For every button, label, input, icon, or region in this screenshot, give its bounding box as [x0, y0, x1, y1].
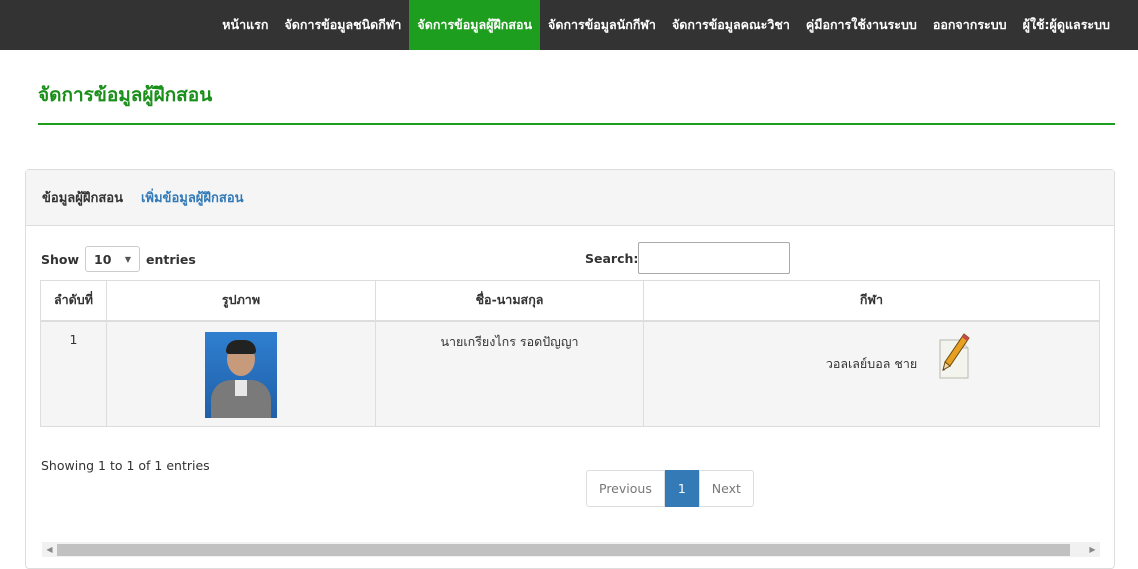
column-header-name[interactable]: ชื่อ-นามสกุล [375, 280, 644, 322]
nav-current-user[interactable]: ผู้ใช้:ผู้ดูแลระบบ [1015, 0, 1118, 50]
panel-heading: ข้อมูลผู้ฝึกสอน เพิ่มข้อมูลผู้ฝึกสอน [26, 170, 1114, 226]
top-navbar: หน้าแรก จัดการข้อมูลชนิดกีฬา จัดการข้อมู… [0, 0, 1138, 50]
scroll-right-icon[interactable]: ▶ [1085, 545, 1100, 554]
nav-manage-coaches[interactable]: จัดการข้อมูลผู้ฝึกสอน [409, 0, 541, 50]
entries-select[interactable]: 10 ▼ [85, 246, 141, 272]
pagination: Previous 1 Next [586, 470, 754, 507]
nav-manage-sport-types[interactable]: จัดการข้อมูลชนิดกีฬา [276, 0, 409, 50]
search-input[interactable] [638, 242, 791, 274]
show-label: Show [41, 251, 80, 267]
page-1-button[interactable]: 1 [664, 470, 699, 507]
cell-photo [106, 320, 376, 427]
title-divider [38, 123, 1115, 125]
table-search-control: Search: [585, 242, 791, 274]
entries-length-control: Show 10 ▼ entries [41, 246, 196, 272]
pencil-edit-icon[interactable] [936, 332, 972, 382]
nav-manage-faculties[interactable]: จัดการข้อมูลคณะวิชา [664, 0, 798, 50]
column-header-sport[interactable]: กีฬา [643, 280, 1100, 322]
entries-select-value: 10 [94, 251, 112, 267]
horizontal-scrollbar[interactable]: ◀ ▶ [42, 542, 1100, 557]
cell-sport: วอลเลย์บอล ชาย [643, 320, 1100, 427]
coach-photo [205, 331, 277, 418]
nav-user-manual[interactable]: คู่มือการใช้งานระบบ [798, 0, 925, 50]
table-info: Showing 1 to 1 of 1 entries [41, 458, 210, 473]
page-title: จัดการข้อมูลผู้ฝึกสอน [38, 84, 213, 106]
entries-label: entries [146, 251, 196, 267]
nav-home[interactable]: หน้าแรก [214, 0, 276, 50]
previous-page-button[interactable]: Previous [586, 470, 665, 507]
coach-data-panel: ข้อมูลผู้ฝึกสอน เพิ่มข้อมูลผู้ฝึกสอน Sho… [25, 169, 1115, 569]
coach-table: ลำดับที่ รูปภาพ ชื่อ-นามสกุล กีฬา 1 นายเ… [40, 280, 1100, 427]
table-row: 1 นายเกรียงไกร รอดปัญญา วอลเลย์บอล ชาย [40, 320, 1100, 427]
column-header-number[interactable]: ลำดับที่ [40, 280, 107, 322]
dropdown-caret-icon: ▼ [124, 254, 132, 264]
sport-name: วอลเลย์บอล ชาย [825, 355, 918, 371]
table-header-row: ลำดับที่ รูปภาพ ชื่อ-นามสกุล กีฬา [40, 280, 1100, 322]
nav-logout[interactable]: ออกจากระบบ [925, 0, 1015, 50]
add-coach-link[interactable]: เพิ่มข้อมูลผู้ฝึกสอน [141, 187, 244, 208]
scrollbar-thumb[interactable] [57, 543, 1070, 556]
panel-heading-title: ข้อมูลผู้ฝึกสอน [42, 191, 123, 206]
scroll-left-icon[interactable]: ◀ [42, 545, 57, 554]
nav-manage-athletes[interactable]: จัดการข้อมูลนักกีฬา [540, 0, 664, 50]
cell-number: 1 [40, 320, 107, 427]
cell-name: นายเกรียงไกร รอดปัญญา [375, 320, 644, 427]
next-page-button[interactable]: Next [698, 470, 754, 507]
column-header-photo[interactable]: รูปภาพ [106, 280, 376, 322]
search-label: Search: [585, 250, 639, 266]
